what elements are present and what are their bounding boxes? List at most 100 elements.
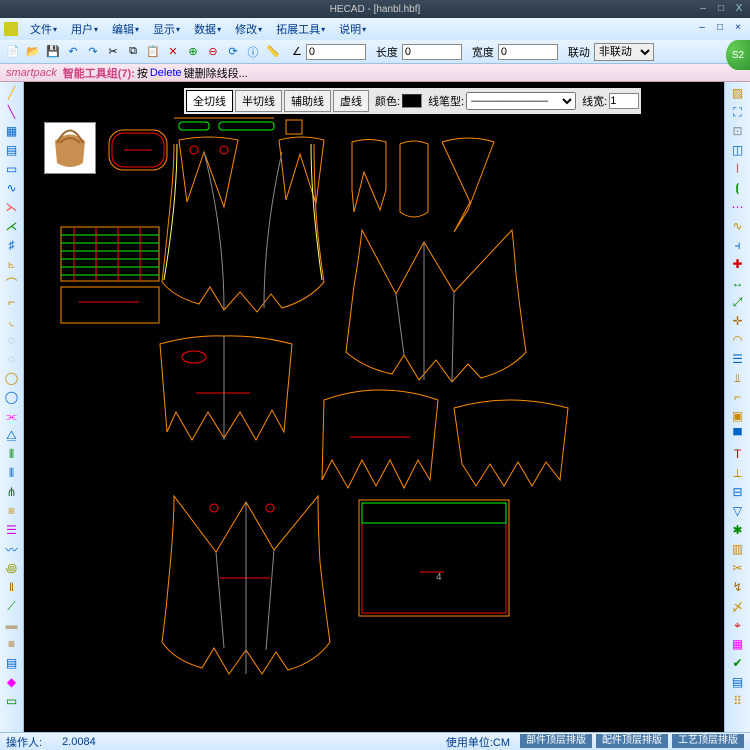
loop-tool[interactable]: ↯ bbox=[728, 578, 748, 596]
shape-tool[interactable]: ◫ bbox=[728, 141, 748, 159]
bars-tool[interactable]: ≡ bbox=[2, 635, 22, 653]
delete-button[interactable]: ✕ bbox=[164, 43, 182, 61]
menu-data[interactable]: 数据▾ bbox=[188, 21, 227, 37]
tree-tool[interactable]: ⊟ bbox=[728, 483, 748, 501]
minimize-icon[interactable]: – bbox=[696, 3, 710, 15]
new-button[interactable]: 📄 bbox=[4, 43, 22, 61]
line-tool[interactable]: ╱ bbox=[2, 84, 22, 102]
drawing-canvas[interactable]: 4 bbox=[24, 82, 724, 732]
menu-tools[interactable]: 拓展工具▾ bbox=[270, 21, 331, 37]
linewidth-input[interactable] bbox=[609, 93, 639, 109]
menu-modify[interactable]: 修改▾ bbox=[229, 21, 268, 37]
tack-tool[interactable]: ⌖ bbox=[728, 616, 748, 634]
arc-tool[interactable]: ⌒ bbox=[2, 274, 22, 292]
rangle-tool[interactable]: ⦜ bbox=[2, 255, 22, 273]
paint-tool[interactable]: ▥ bbox=[728, 540, 748, 558]
wave-tool[interactable]: 〰 bbox=[2, 540, 22, 558]
piece-arc-tool[interactable]: ◠ bbox=[728, 331, 748, 349]
stitch-tool[interactable]: ⋯ bbox=[728, 198, 748, 216]
fillet-tool[interactable]: ◟ bbox=[2, 312, 22, 330]
tab-parts[interactable]: 部件顶层排版 bbox=[520, 734, 592, 748]
width-input[interactable] bbox=[498, 44, 558, 60]
ruler-icon[interactable]: 📏 bbox=[264, 43, 282, 61]
fit-tool[interactable]: ⛶ bbox=[728, 103, 748, 121]
unit-tab[interactable]: 使用单位:CM bbox=[440, 734, 516, 750]
dots-tool[interactable]: ⠿ bbox=[728, 692, 748, 710]
stripes-tool[interactable]: ☰ bbox=[2, 521, 22, 539]
hash-tool[interactable]: ♯ bbox=[2, 236, 22, 254]
measure-x-tool[interactable]: ↔ bbox=[728, 274, 748, 292]
curve-tool[interactable]: ∿ bbox=[2, 179, 22, 197]
zoom-out-button[interactable]: ⊖ bbox=[204, 43, 222, 61]
opt-dash[interactable]: 虚线 bbox=[333, 90, 369, 112]
undo-button[interactable]: ↶ bbox=[64, 43, 82, 61]
box-tool[interactable]: ▣ bbox=[728, 407, 748, 425]
grid-tool[interactable]: ▦ bbox=[2, 122, 22, 140]
layer-tool[interactable]: ▤ bbox=[2, 654, 22, 672]
doc-maximize-icon[interactable]: □ bbox=[712, 22, 728, 36]
knife-tool[interactable]: 〆 bbox=[728, 597, 748, 615]
pline-tool[interactable]: ⦀ bbox=[2, 464, 22, 482]
opt-halfcut[interactable]: 半切线 bbox=[235, 90, 282, 112]
dim-tool[interactable]: ⟂ bbox=[728, 464, 748, 482]
refresh-button[interactable]: ⟳ bbox=[224, 43, 242, 61]
polyline-tool[interactable]: ╲ bbox=[2, 103, 22, 121]
zigzag-tool[interactable]: ⦚ bbox=[728, 160, 748, 178]
save-button[interactable]: 💾 bbox=[44, 43, 62, 61]
color-swatch[interactable] bbox=[402, 94, 422, 108]
branch-tool[interactable]: ⋔ bbox=[2, 483, 22, 501]
bracket-tool[interactable]: ⦗ bbox=[728, 179, 748, 197]
close-icon[interactable]: X bbox=[732, 3, 746, 15]
cut-button[interactable]: ✂ bbox=[104, 43, 122, 61]
measure-y-tool[interactable]: ⤢ bbox=[728, 293, 748, 311]
point-tool[interactable]: ✛ bbox=[728, 312, 748, 330]
offset-tool[interactable]: ⫴ bbox=[2, 445, 22, 463]
menu-view[interactable]: 显示▾ bbox=[147, 21, 186, 37]
seam-tool[interactable]: ⫫ bbox=[728, 369, 748, 387]
open-button[interactable]: 📂 bbox=[24, 43, 42, 61]
doc-minimize-icon[interactable]: – bbox=[694, 22, 710, 36]
opt-allcut[interactable]: 全切线 bbox=[186, 90, 233, 112]
info-button[interactable]: ⓘ bbox=[244, 43, 262, 61]
thread-tool[interactable]: ∿ bbox=[728, 217, 748, 235]
menu-edit[interactable]: 编辑▾ bbox=[106, 21, 145, 37]
panel-tool[interactable]: ▬ bbox=[2, 616, 22, 634]
extend-tool[interactable]: ⋌ bbox=[2, 217, 22, 235]
menu-user[interactable]: 用户▾ bbox=[65, 21, 104, 37]
trim-tool[interactable]: ⋋ bbox=[2, 198, 22, 216]
tab-process[interactable]: 工艺顶层排版 bbox=[672, 734, 744, 748]
maximize-icon[interactable]: □ bbox=[714, 3, 728, 15]
hline-tool[interactable]: ≡ bbox=[2, 502, 22, 520]
opt-aux[interactable]: 辅助线 bbox=[284, 90, 331, 112]
canvas-area[interactable]: 全切线 半切线 辅助线 虚线 颜色: 线笔型: ——————— 线宽: bbox=[24, 82, 724, 732]
scissors-tool[interactable]: ✂ bbox=[728, 559, 748, 577]
pen-select[interactable]: ——————— bbox=[466, 92, 576, 110]
menu-file[interactable]: 文件▾ bbox=[24, 21, 63, 37]
hatch-tool[interactable]: ▨ bbox=[728, 84, 748, 102]
folder-tool[interactable]: ▀ bbox=[728, 426, 748, 444]
rect2-tool[interactable]: ▭ bbox=[2, 692, 22, 710]
rect-tool[interactable]: ▭ bbox=[2, 160, 22, 178]
doc-tool[interactable]: ▤ bbox=[728, 673, 748, 691]
s2-button[interactable]: S2 bbox=[726, 40, 750, 70]
mirror-tool[interactable]: ⧋ bbox=[2, 426, 22, 444]
redo-button[interactable]: ↷ bbox=[84, 43, 102, 61]
zoom-in-button[interactable]: ⊕ bbox=[184, 43, 202, 61]
triangle-tool[interactable]: ▽ bbox=[728, 502, 748, 520]
circle2-tool[interactable]: ◯ bbox=[2, 369, 22, 387]
marker-tool[interactable]: ◆ bbox=[2, 673, 22, 691]
circle-tool[interactable]: ◯ bbox=[2, 388, 22, 406]
doc-close-icon[interactable]: × bbox=[730, 22, 746, 36]
check-tool[interactable]: ✔ bbox=[728, 654, 748, 672]
palette-tool[interactable]: ▦ bbox=[728, 635, 748, 653]
copy-button[interactable]: ⧉ bbox=[124, 43, 142, 61]
text-tool[interactable]: T bbox=[728, 445, 748, 463]
corner-tool[interactable]: ⌐ bbox=[2, 293, 22, 311]
length-input[interactable] bbox=[402, 44, 462, 60]
tab-accessories[interactable]: 配件顶层排版 bbox=[596, 734, 668, 748]
vline-tool[interactable]: ‖ bbox=[2, 578, 22, 596]
align-tool[interactable]: ⫞ bbox=[728, 236, 748, 254]
angle-input[interactable] bbox=[306, 44, 366, 60]
step-tool[interactable]: ⌐ bbox=[728, 388, 748, 406]
product-thumbnail[interactable] bbox=[44, 122, 96, 174]
